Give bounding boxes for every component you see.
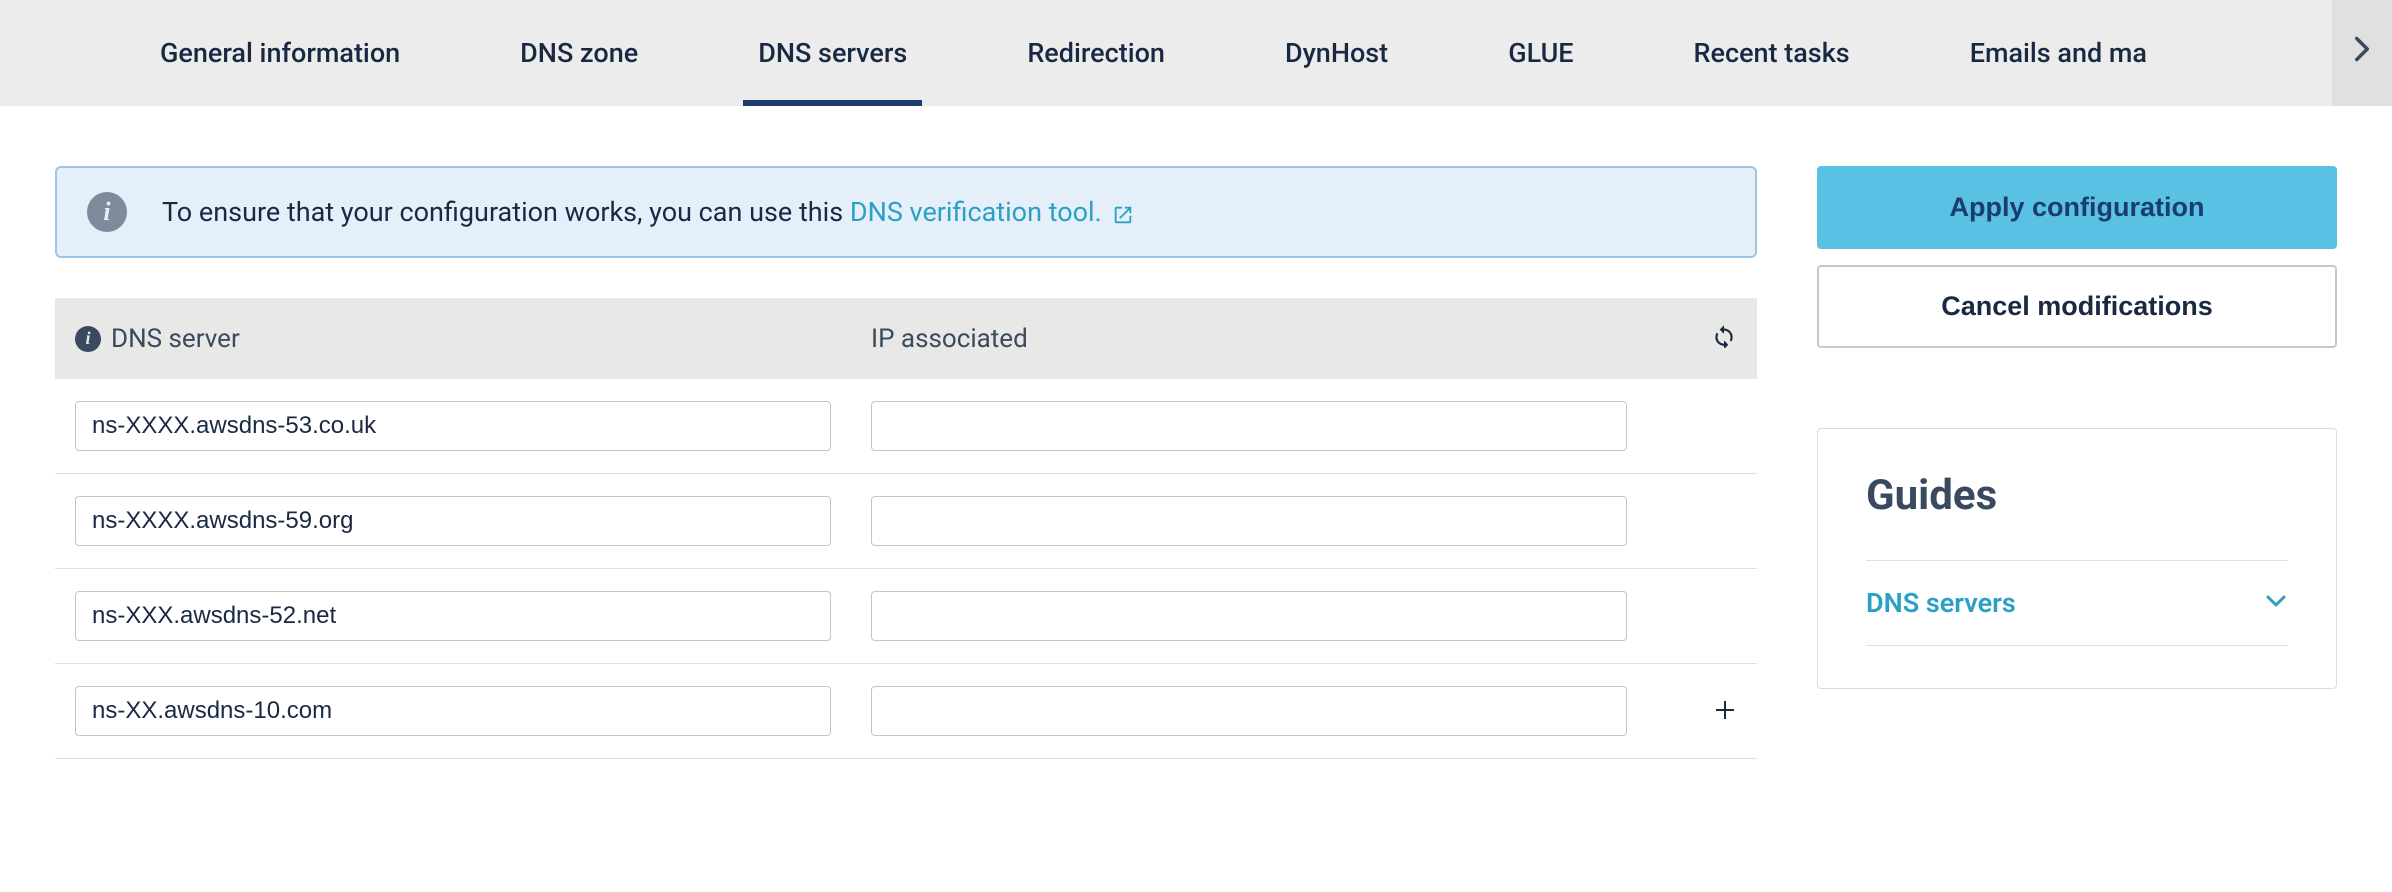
dns-server-input[interactable] <box>75 496 831 546</box>
tab-scroll-right-button[interactable] <box>2332 0 2392 106</box>
tab-dynhost[interactable]: DynHost <box>1225 0 1448 106</box>
tab-dns-zone[interactable]: DNS zone <box>460 0 698 106</box>
info-icon: i <box>75 326 101 352</box>
tabs-list: General information DNS zone DNS servers… <box>0 0 2332 106</box>
info-alert: i To ensure that your configuration work… <box>55 166 1757 258</box>
guides-item-dns-servers[interactable]: DNS servers <box>1866 560 2288 646</box>
ip-associated-input[interactable] <box>871 686 1627 736</box>
dns-server-row <box>55 569 1757 664</box>
tab-glue[interactable]: GLUE <box>1448 0 1633 106</box>
column-header-dns-server: i DNS server <box>75 324 871 354</box>
ip-associated-input[interactable] <box>871 591 1627 641</box>
tab-recent-tasks[interactable]: Recent tasks <box>1634 0 1910 106</box>
guides-title: Guides <box>1866 471 2288 520</box>
info-alert-prefix: To ensure that your configuration works,… <box>162 196 850 228</box>
dns-server-row <box>55 379 1757 474</box>
ip-associated-input[interactable] <box>871 496 1627 546</box>
tabs-bar: General information DNS zone DNS servers… <box>0 0 2392 106</box>
chevron-right-icon <box>2353 35 2371 71</box>
tab-dns-servers[interactable]: DNS servers <box>698 0 967 106</box>
plus-icon <box>1713 692 1737 730</box>
tab-general-information[interactable]: General information <box>100 0 460 106</box>
cancel-modifications-button[interactable]: Cancel modifications <box>1817 265 2337 348</box>
chevron-down-icon <box>2264 589 2288 617</box>
dns-server-row <box>55 474 1757 569</box>
dns-verification-link-text: DNS verification tool. <box>850 196 1102 228</box>
apply-configuration-button[interactable]: Apply configuration <box>1817 166 2337 249</box>
refresh-button[interactable] <box>1711 325 1737 355</box>
tab-emails[interactable]: Emails and ma <box>1910 0 2207 106</box>
guides-panel: Guides DNS servers <box>1817 428 2337 689</box>
tab-redirection[interactable]: Redirection <box>967 0 1225 106</box>
add-dns-server-button[interactable] <box>1713 694 1737 728</box>
info-alert-text: To ensure that your configuration works,… <box>162 196 1134 228</box>
dns-table-header: i DNS server IP associated <box>55 298 1757 379</box>
guides-item-label: DNS servers <box>1866 587 2016 619</box>
column-header-dns-server-label: DNS server <box>111 324 240 354</box>
ip-associated-input[interactable] <box>871 401 1627 451</box>
dns-server-input[interactable] <box>75 686 831 736</box>
side-column: Apply configuration Cancel modifications… <box>1817 166 2337 759</box>
column-header-ip-associated: IP associated <box>871 324 1667 354</box>
info-icon: i <box>87 192 127 232</box>
main-column: i To ensure that your configuration work… <box>55 166 1757 759</box>
dns-verification-link[interactable]: DNS verification tool. <box>850 196 1135 228</box>
dns-server-row <box>55 664 1757 759</box>
external-link-icon <box>1112 199 1134 227</box>
dns-server-input[interactable] <box>75 401 831 451</box>
dns-server-input[interactable] <box>75 591 831 641</box>
